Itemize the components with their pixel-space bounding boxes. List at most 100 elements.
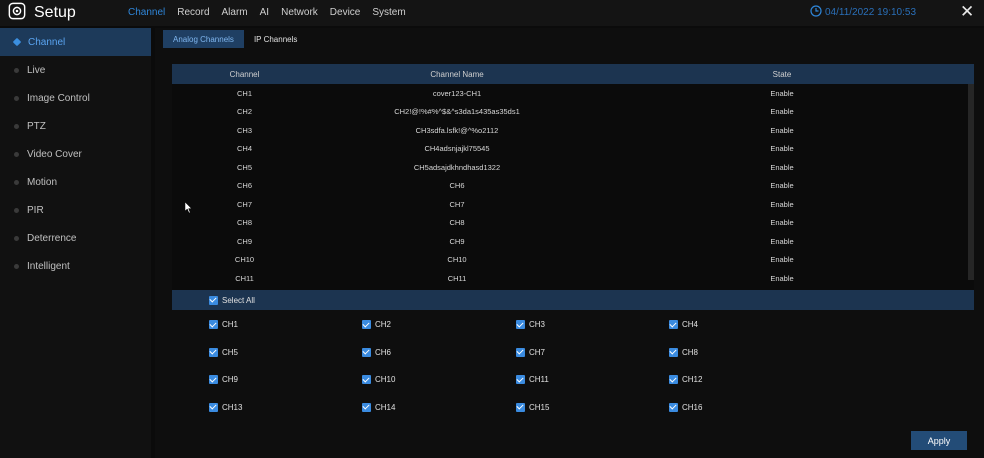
sidebar-item-pir[interactable]: PIR: [0, 196, 151, 224]
subtab-analog-channels[interactable]: Analog Channels: [163, 30, 244, 48]
checkbox-label: CH6: [375, 347, 392, 357]
channel-checkbox-ch12[interactable]: CH12: [669, 375, 702, 384]
channel-checkbox-ch6[interactable]: CH6: [362, 347, 392, 357]
checkbox-icon[interactable]: [362, 320, 371, 329]
tab-system[interactable]: System: [366, 7, 411, 18]
sidebar-item-deterrence[interactable]: Deterrence: [0, 224, 151, 252]
channel-checkbox-ch13[interactable]: CH13: [209, 402, 243, 412]
sidebar-item-video-cover[interactable]: Video Cover: [0, 140, 151, 168]
cell-channel-name: CH2!@!%#%^$&^s3da1s435as35ds1: [394, 107, 520, 117]
cell-channel-name: CH11: [447, 273, 467, 283]
bullet-icon: [14, 95, 19, 101]
table-row[interactable]: CH6 CH6 Enable: [172, 177, 974, 196]
main-panel: Analog Channels IP Channels Channel Chann…: [155, 28, 984, 458]
checkbox-icon[interactable]: [669, 347, 678, 357]
select-all-checkbox[interactable]: [209, 295, 218, 305]
channel-checkbox-ch14[interactable]: CH14: [362, 402, 395, 412]
channel-checkbox-ch15[interactable]: CH15: [516, 402, 549, 412]
tab-alarm[interactable]: Alarm: [216, 7, 254, 18]
apply-button[interactable]: Apply: [911, 431, 967, 450]
table-row[interactable]: CH1 cover123-CH1 Enable: [172, 84, 974, 103]
channel-checkbox-ch4[interactable]: CH4: [669, 320, 698, 329]
table-row[interactable]: CH9 CH9 Enable: [172, 232, 974, 251]
clock-icon: [810, 5, 822, 20]
close-icon[interactable]: ✕: [960, 2, 974, 22]
cell-channel-name: CH3sdfa.lsfk!@^%o2112: [415, 125, 499, 135]
checkbox-icon[interactable]: [362, 375, 371, 384]
checkbox-icon[interactable]: [669, 402, 678, 412]
checkbox-icon[interactable]: [362, 347, 371, 357]
channel-checkbox-ch3[interactable]: CH3: [516, 320, 545, 329]
table-row[interactable]: CH10 CH10 Enable: [172, 251, 974, 270]
table-row[interactable]: CH2 CH2!@!%#%^$&^s3da1s435as35ds1 Enable: [172, 103, 974, 122]
cell-state: Enable: [770, 273, 794, 283]
checkbox-icon[interactable]: [209, 375, 218, 384]
channel-checkbox-ch2[interactable]: CH2: [362, 320, 391, 329]
cell-state: Enable: [770, 162, 794, 172]
sidebar-item-motion[interactable]: Motion: [0, 168, 151, 196]
tab-device[interactable]: Device: [324, 7, 367, 18]
cell-state: Enable: [770, 107, 794, 117]
tab-channel[interactable]: Channel: [122, 7, 171, 18]
channel-checkbox-ch11[interactable]: CH11: [516, 375, 549, 384]
sidebar-item-label: Channel: [28, 36, 66, 48]
checkbox-icon[interactable]: [669, 320, 678, 329]
cell-state: Enable: [770, 88, 794, 98]
channel-checkbox-grid: CH1 CH2 CH3 CH4 CH5 CH6 CH7 CH8 CH9 CH10 CH11 CH12 C…: [209, 320, 909, 430]
checkbox-label: CH13: [222, 402, 243, 412]
cell-channel-name: CH8: [449, 218, 465, 228]
checkbox-icon[interactable]: [209, 320, 218, 329]
checkbox-icon[interactable]: [516, 347, 525, 357]
channel-checkbox-ch10[interactable]: CH10: [362, 375, 395, 384]
checkbox-icon[interactable]: [209, 347, 218, 357]
tab-network[interactable]: Network: [275, 7, 324, 18]
bullet-icon: [14, 151, 19, 157]
sidebar-item-label: PIR: [27, 204, 44, 216]
tab-ai[interactable]: AI: [254, 7, 275, 18]
sidebar-item-ptz[interactable]: PTZ: [0, 112, 151, 140]
sidebar-item-label: Live: [27, 64, 46, 76]
table-row[interactable]: CH3 CH3sdfa.lsfk!@^%o2112 Enable: [172, 121, 974, 140]
channel-checkbox-ch5[interactable]: CH5: [209, 347, 238, 357]
cell-channel: CH4: [236, 144, 252, 154]
checkbox-icon[interactable]: [516, 320, 525, 329]
table-row[interactable]: CH7 CH7 Enable: [172, 195, 974, 214]
checkbox-icon[interactable]: [669, 375, 678, 384]
cell-channel: CH11: [235, 273, 254, 283]
checkbox-icon[interactable]: [516, 375, 525, 384]
table-body: CH1 cover123-CH1 Enable CH2 CH2!@!%#%^$&^s3d…: [172, 84, 974, 304]
table-scrollbar[interactable]: [968, 84, 974, 280]
sidebar-item-live[interactable]: Live: [0, 56, 151, 84]
select-all-row[interactable]: Select All: [172, 290, 974, 310]
subtab-ip-channels[interactable]: IP Channels: [244, 30, 307, 48]
bullet-icon: [14, 207, 19, 213]
checkbox-label: CH9: [222, 375, 239, 384]
cell-channel-name: CH5adsajdkhndhasd1322: [413, 162, 501, 172]
sidebar-item-intelligent[interactable]: Intelligent: [0, 252, 151, 280]
cell-channel-name: CH4adsnjajkl75545: [424, 144, 490, 154]
table-row[interactable]: CH11 CH11 Enable: [172, 269, 974, 288]
select-all-label: Select All: [222, 295, 255, 305]
cell-state: Enable: [770, 125, 794, 135]
sidebar-item-label: Video Cover: [27, 148, 82, 160]
channel-checkbox-ch8[interactable]: CH8: [669, 347, 698, 357]
channel-checkbox-ch1[interactable]: CH1: [209, 320, 238, 329]
table-row[interactable]: CH5 CH5adsajdkhndhasd1322 Enable: [172, 158, 974, 177]
checkbox-icon[interactable]: [362, 402, 371, 412]
checkbox-label: CH16: [682, 402, 703, 412]
channel-table: Channel Channel Name State CH1 cover123-C…: [172, 64, 974, 314]
table-row[interactable]: CH4 CH4adsnjajkl75545 Enable: [172, 140, 974, 159]
sidebar-item-image-control[interactable]: Image Control: [0, 84, 151, 112]
datetime-display: 04/11/2022 19:10:53: [810, 5, 916, 20]
cell-channel: CH7: [236, 199, 252, 209]
channel-checkbox-ch16[interactable]: CH16: [669, 402, 703, 412]
sidebar-item-channel[interactable]: Channel: [0, 28, 151, 56]
top-bar: Setup Channel Record Alarm AI Network Device S…: [0, 0, 984, 26]
checkbox-icon[interactable]: [516, 402, 525, 412]
table-row[interactable]: CH8 CH8 Enable: [172, 214, 974, 233]
channel-checkbox-ch7[interactable]: CH7: [516, 347, 545, 357]
channel-checkbox-ch9[interactable]: CH9: [209, 375, 238, 384]
sidebar-item-label: Motion: [27, 176, 58, 188]
checkbox-icon[interactable]: [209, 402, 218, 412]
tab-record[interactable]: Record: [171, 7, 215, 18]
